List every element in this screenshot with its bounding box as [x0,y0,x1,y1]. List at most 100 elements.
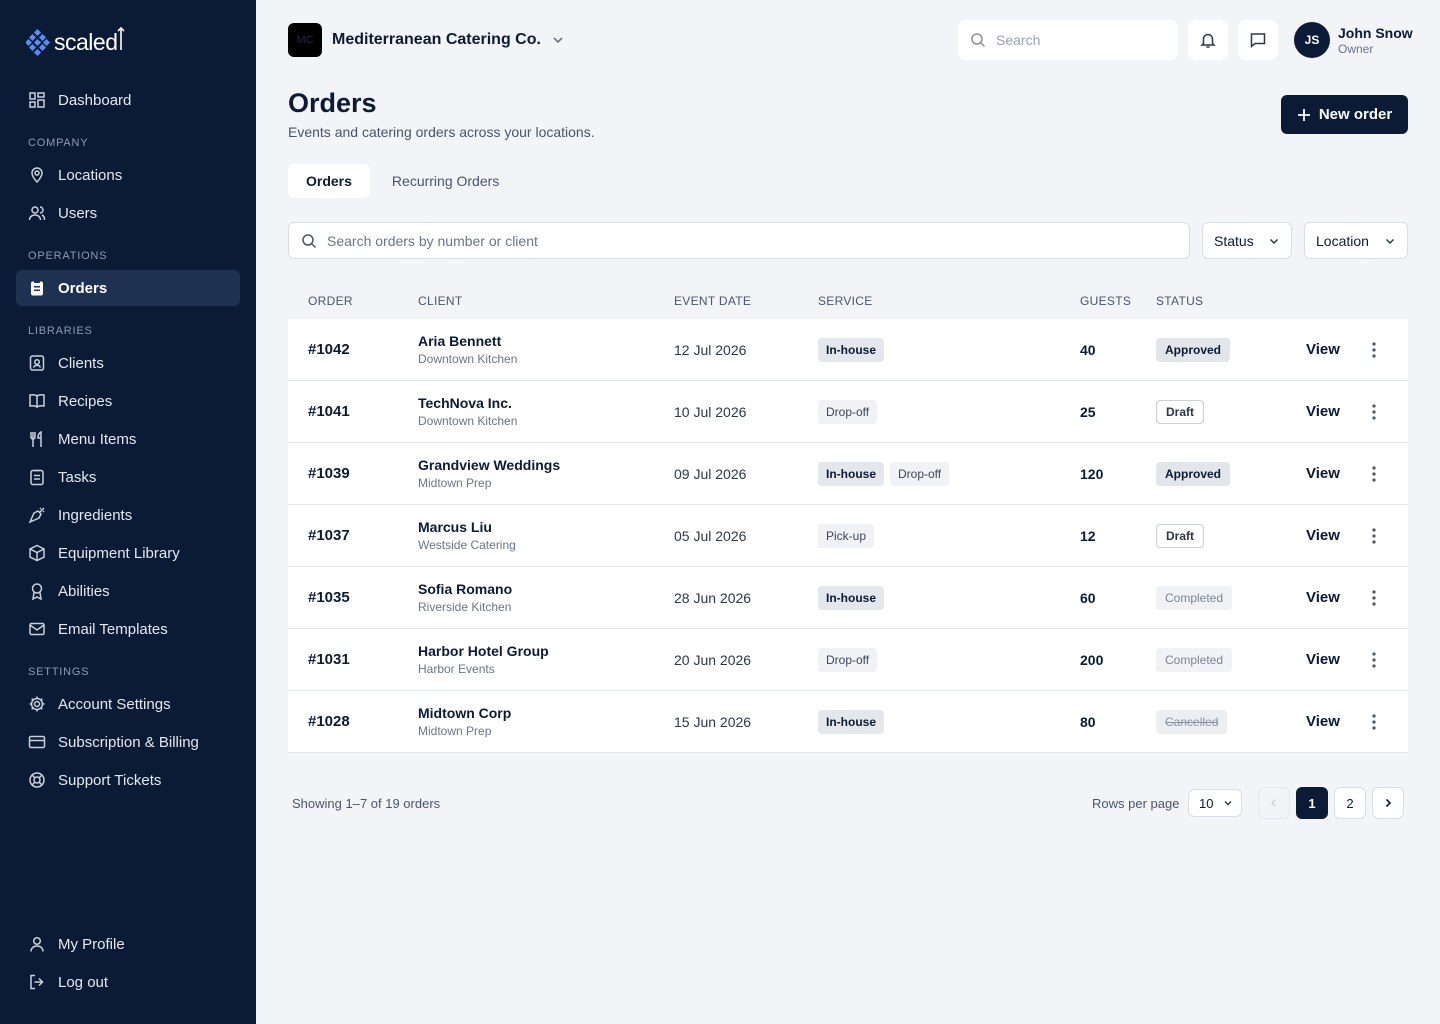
table-row[interactable]: #1042 Aria Bennett Downtown Kitchen 12 J… [288,319,1408,381]
event-date: 15 Jun 2026 [674,714,752,730]
user-menu[interactable]: JS John Snow Owner [1294,22,1413,58]
column-service[interactable]: SERVICE [818,294,873,308]
order-search[interactable] [288,222,1190,259]
status-badge: Completed [1156,648,1233,672]
tab-recurring-orders[interactable]: Recurring Orders [374,164,517,198]
new-order-button[interactable]: New order [1281,95,1408,134]
page-1-button[interactable]: 1 [1296,787,1328,819]
view-order-link[interactable]: View [1306,589,1340,606]
status-cell: Completed [1156,648,1233,672]
view-order-link[interactable]: View [1306,713,1340,730]
view-order-link[interactable]: View [1306,341,1340,358]
sidebar-item-log-out[interactable]: Log out [16,964,240,1000]
sidebar-item-subscription-billing[interactable]: Subscription & Billing [16,724,240,760]
client-cell: Harbor Hotel Group Harbor Events [418,643,549,676]
view-order-link[interactable]: View [1306,651,1340,668]
sidebar-item-dashboard[interactable]: Dashboard [16,82,240,118]
client-name[interactable]: Grandview Weddings [418,457,560,473]
company-switcher[interactable]: MC Mediterranean Catering Co. [288,23,565,57]
table-row[interactable]: #1039 Grandview Weddings Midtown Prep 09… [288,443,1408,505]
sidebar-item-my-profile[interactable]: My Profile [16,926,240,962]
status-cell: Completed [1156,586,1233,610]
table-row[interactable]: #1035 Sofia Romano Riverside Kitchen 28 … [288,567,1408,629]
order-number[interactable]: #1035 [308,589,350,606]
sidebar-item-support-tickets[interactable]: Support Tickets [16,762,240,798]
guest-count: 200 [1080,652,1104,668]
sidebar-item-label: Tasks [58,468,97,486]
row-actions-button[interactable] [1364,588,1384,608]
sidebar-item-recipes[interactable]: Recipes [16,383,240,419]
status-filter[interactable]: Status [1202,222,1292,259]
page-2-button[interactable]: 2 [1334,787,1366,819]
client-name[interactable]: Aria Bennett [418,333,517,349]
messages-button[interactable] [1238,20,1278,60]
row-actions-button[interactable] [1364,464,1384,484]
column-guests[interactable]: GUESTS [1080,294,1131,308]
sidebar-item-tasks[interactable]: Tasks [16,459,240,495]
view-order-link[interactable]: View [1306,465,1340,482]
global-search[interactable] [958,20,1178,60]
table-row[interactable]: #1037 Marcus Liu Westside Catering 05 Ju… [288,505,1408,567]
column-status[interactable]: STATUS [1156,294,1203,308]
service-tags: In-house [818,338,884,362]
brand-logo[interactable]: scaled [26,26,126,58]
client-name[interactable]: Harbor Hotel Group [418,643,549,659]
tab-orders[interactable]: Orders [288,164,370,198]
order-number[interactable]: #1031 [308,651,350,668]
order-number[interactable]: #1041 [308,403,350,420]
sidebar-item-email-templates[interactable]: Email Templates [16,611,240,647]
global-search-input[interactable] [996,32,1166,48]
sidebar-section-operations: OPERATIONS [28,250,108,262]
row-actions-button[interactable] [1364,340,1384,360]
order-search-input[interactable] [327,232,1147,249]
client-name[interactable]: TechNova Inc. [418,395,517,411]
logo-mark-icon [26,28,51,57]
table-header: ORDER CLIENT EVENT DATE SERVICE GUESTS S… [288,283,1408,319]
sidebar-item-label: Support Tickets [58,771,162,789]
location-filter[interactable]: Location [1304,222,1408,259]
rows-per-page-select[interactable]: 10 [1188,789,1242,817]
client-name[interactable]: Marcus Liu [418,519,516,535]
row-actions-button[interactable] [1364,712,1384,732]
sidebar-item-ingredients[interactable]: Ingredients [16,497,240,533]
client-name[interactable]: Midtown Corp [418,705,511,721]
sidebar-item-locations[interactable]: Locations [16,157,240,193]
row-actions-button[interactable] [1364,650,1384,670]
table-row[interactable]: #1041 TechNova Inc. Downtown Kitchen 10 … [288,381,1408,443]
sidebar-item-equipment-library[interactable]: Equipment Library [16,535,240,571]
column-client[interactable]: CLIENT [418,294,462,308]
row-actions-button[interactable] [1364,402,1384,422]
sidebar-item-orders[interactable]: Orders [16,270,240,306]
table-row[interactable]: #1031 Harbor Hotel Group Harbor Events 2… [288,629,1408,691]
column-event-date[interactable]: EVENT DATE [674,294,751,308]
sidebar-item-label: Menu Items [58,430,137,448]
chevron-down-icon [1269,238,1279,244]
sidebar-item-abilities[interactable]: Abilities [16,573,240,609]
status-badge: Approved [1156,462,1231,486]
order-number[interactable]: #1037 [308,527,350,544]
more-vertical-icon [1372,342,1376,358]
previous-page-button[interactable] [1258,787,1290,819]
view-order-link[interactable]: View [1306,527,1340,544]
view-order-link[interactable]: View [1306,403,1340,420]
table-row[interactable]: #1028 Midtown Corp Midtown Prep 15 Jun 2… [288,691,1408,753]
order-number[interactable]: #1028 [308,713,350,730]
notifications-button[interactable] [1188,20,1228,60]
more-vertical-icon [1372,590,1376,606]
order-number[interactable]: #1039 [308,465,350,482]
sidebar-item-account-settings[interactable]: Account Settings [16,686,240,722]
client-cell: Grandview Weddings Midtown Prep [418,457,560,490]
next-page-button[interactable] [1372,787,1404,819]
sidebar-item-menu-items[interactable]: Menu Items [16,421,240,457]
sidebar-item-label: Equipment Library [58,544,180,562]
order-number[interactable]: #1042 [308,341,350,358]
sidebar-item-users[interactable]: Users [16,195,240,231]
column-order[interactable]: ORDER [308,294,353,308]
client-location: Harbor Events [418,662,495,676]
client-name[interactable]: Sofia Romano [418,581,512,597]
row-actions-button[interactable] [1364,526,1384,546]
chevron-down-icon [553,37,563,44]
sidebar-item-clients[interactable]: Clients [16,345,240,381]
sidebar-item-label: Log out [58,973,109,991]
more-vertical-icon [1372,466,1376,482]
